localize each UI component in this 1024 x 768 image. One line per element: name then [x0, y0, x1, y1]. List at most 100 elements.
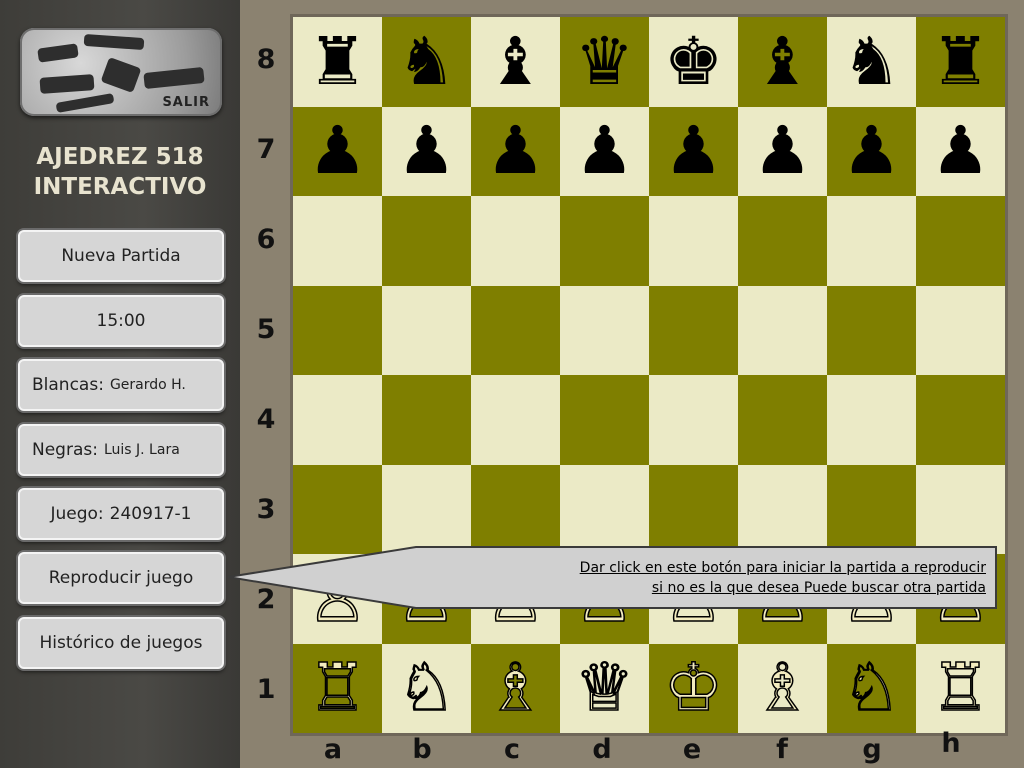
square-b4[interactable] — [382, 375, 471, 465]
rank-label-6: 6 — [256, 224, 276, 255]
black-piece-e8[interactable]: ♚ — [664, 28, 723, 95]
black-player-field[interactable]: Negras: Luis J. Lara — [18, 424, 224, 476]
square-d1[interactable]: ♕ — [560, 643, 649, 733]
square-b6[interactable] — [382, 196, 471, 286]
app-title-line1: AJEDREZ 518 — [36, 144, 204, 170]
square-h1[interactable]: ♖ — [916, 643, 1005, 733]
square-b7[interactable]: ♟ — [382, 106, 471, 196]
square-h6[interactable] — [916, 196, 1005, 286]
square-c3[interactable] — [471, 464, 560, 554]
white-piece-h1[interactable]: ♖ — [930, 654, 991, 722]
square-h5[interactable] — [916, 285, 1005, 375]
replay-tooltip-callout: Dar click en este botón para iniciar la … — [228, 544, 998, 610]
file-label-e: e — [682, 734, 702, 765]
black-piece-d8[interactable]: ♛ — [575, 28, 634, 95]
white-piece-c1[interactable]: ♗ — [485, 654, 546, 722]
game-id-field[interactable]: Juego: 240917-1 — [18, 488, 224, 540]
white-piece-e1[interactable]: ♔ — [663, 654, 724, 722]
square-c6[interactable] — [471, 196, 560, 286]
black-piece-f7[interactable]: ♟ — [753, 118, 812, 184]
square-e6[interactable] — [649, 196, 738, 286]
white-piece-d1[interactable]: ♕ — [574, 654, 635, 722]
square-c7[interactable]: ♟ — [471, 106, 560, 196]
square-h8[interactable]: ♜ — [916, 17, 1005, 107]
black-piece-e7[interactable]: ♟ — [664, 118, 723, 184]
white-piece-a1[interactable]: ♖ — [307, 654, 368, 722]
square-b3[interactable] — [382, 464, 471, 554]
square-a1[interactable]: ♖ — [293, 643, 382, 733]
square-g8[interactable]: ♞ — [827, 17, 916, 107]
square-g6[interactable] — [827, 196, 916, 286]
white-piece-g1[interactable]: ♘ — [841, 654, 902, 722]
square-g3[interactable] — [827, 464, 916, 554]
square-g1[interactable]: ♘ — [827, 643, 916, 733]
black-piece-g8[interactable]: ♞ — [842, 28, 901, 95]
square-a7[interactable]: ♟ — [293, 106, 382, 196]
file-label-b: b — [412, 734, 432, 765]
black-piece-g7[interactable]: ♟ — [842, 118, 901, 184]
square-e5[interactable] — [649, 285, 738, 375]
square-h7[interactable]: ♟ — [916, 106, 1005, 196]
square-d6[interactable] — [560, 196, 649, 286]
square-e1[interactable]: ♔ — [649, 643, 738, 733]
square-f7[interactable]: ♟ — [738, 106, 827, 196]
replay-game-button[interactable]: Reproducir juego — [18, 552, 224, 604]
white-piece-b1[interactable]: ♘ — [396, 654, 457, 722]
rank-label-7: 7 — [256, 134, 276, 165]
square-g4[interactable] — [827, 375, 916, 465]
square-e7[interactable]: ♟ — [649, 106, 738, 196]
new-game-button[interactable]: Nueva Partida — [18, 230, 224, 282]
black-piece-d7[interactable]: ♟ — [575, 118, 634, 184]
black-piece-b8[interactable]: ♞ — [397, 28, 456, 95]
black-piece-b7[interactable]: ♟ — [397, 118, 456, 184]
square-a8[interactable]: ♜ — [293, 17, 382, 107]
square-b8[interactable]: ♞ — [382, 17, 471, 107]
black-piece-f8[interactable]: ♝ — [753, 28, 812, 95]
file-label-a: a — [323, 734, 343, 765]
square-b1[interactable]: ♘ — [382, 643, 471, 733]
black-piece-h7[interactable]: ♟ — [931, 118, 990, 184]
square-d8[interactable]: ♛ — [560, 17, 649, 107]
square-d4[interactable] — [560, 375, 649, 465]
tooltip-line1: Dar click en este botón para iniciar la … — [579, 560, 986, 576]
white-player-field[interactable]: Blancas: Gerardo H. — [18, 359, 224, 411]
sidebar: SALIR AJEDREZ 518 INTERACTIVO Nueva Part… — [0, 0, 240, 768]
game-history-button[interactable]: Histórico de juegos — [18, 617, 224, 669]
black-piece-a7[interactable]: ♟ — [308, 118, 367, 184]
square-f1[interactable]: ♗ — [738, 643, 827, 733]
square-e8[interactable]: ♚ — [649, 17, 738, 107]
square-b5[interactable] — [382, 285, 471, 375]
square-c1[interactable]: ♗ — [471, 643, 560, 733]
square-c5[interactable] — [471, 285, 560, 375]
black-piece-c7[interactable]: ♟ — [486, 118, 545, 184]
square-d5[interactable] — [560, 285, 649, 375]
square-d7[interactable]: ♟ — [560, 106, 649, 196]
black-piece-a8[interactable]: ♜ — [308, 28, 367, 95]
square-g7[interactable]: ♟ — [827, 106, 916, 196]
black-player-name: Luis J. Lara — [103, 442, 180, 458]
square-f3[interactable] — [738, 464, 827, 554]
square-f4[interactable] — [738, 375, 827, 465]
square-d3[interactable] — [560, 464, 649, 554]
square-a4[interactable] — [293, 375, 382, 465]
square-a5[interactable] — [293, 285, 382, 375]
square-f6[interactable] — [738, 196, 827, 286]
exit-logo-button[interactable]: SALIR — [20, 28, 222, 116]
black-piece-c8[interactable]: ♝ — [486, 28, 545, 95]
game-id-label: Juego: — [50, 504, 104, 524]
square-e3[interactable] — [649, 464, 738, 554]
white-piece-f1[interactable]: ♗ — [752, 654, 813, 722]
square-f5[interactable] — [738, 285, 827, 375]
square-f8[interactable]: ♝ — [738, 17, 827, 107]
square-e4[interactable] — [649, 375, 738, 465]
black-piece-h8[interactable]: ♜ — [931, 28, 990, 95]
timer-button[interactable]: 15:00 — [18, 295, 224, 347]
square-a6[interactable] — [293, 196, 382, 286]
file-label-c: c — [503, 734, 520, 765]
square-c4[interactable] — [471, 375, 560, 465]
square-h3[interactable] — [916, 464, 1005, 554]
square-c8[interactable]: ♝ — [471, 17, 560, 107]
square-a3[interactable] — [293, 464, 382, 554]
square-h4[interactable] — [916, 375, 1005, 465]
square-g5[interactable] — [827, 285, 916, 375]
